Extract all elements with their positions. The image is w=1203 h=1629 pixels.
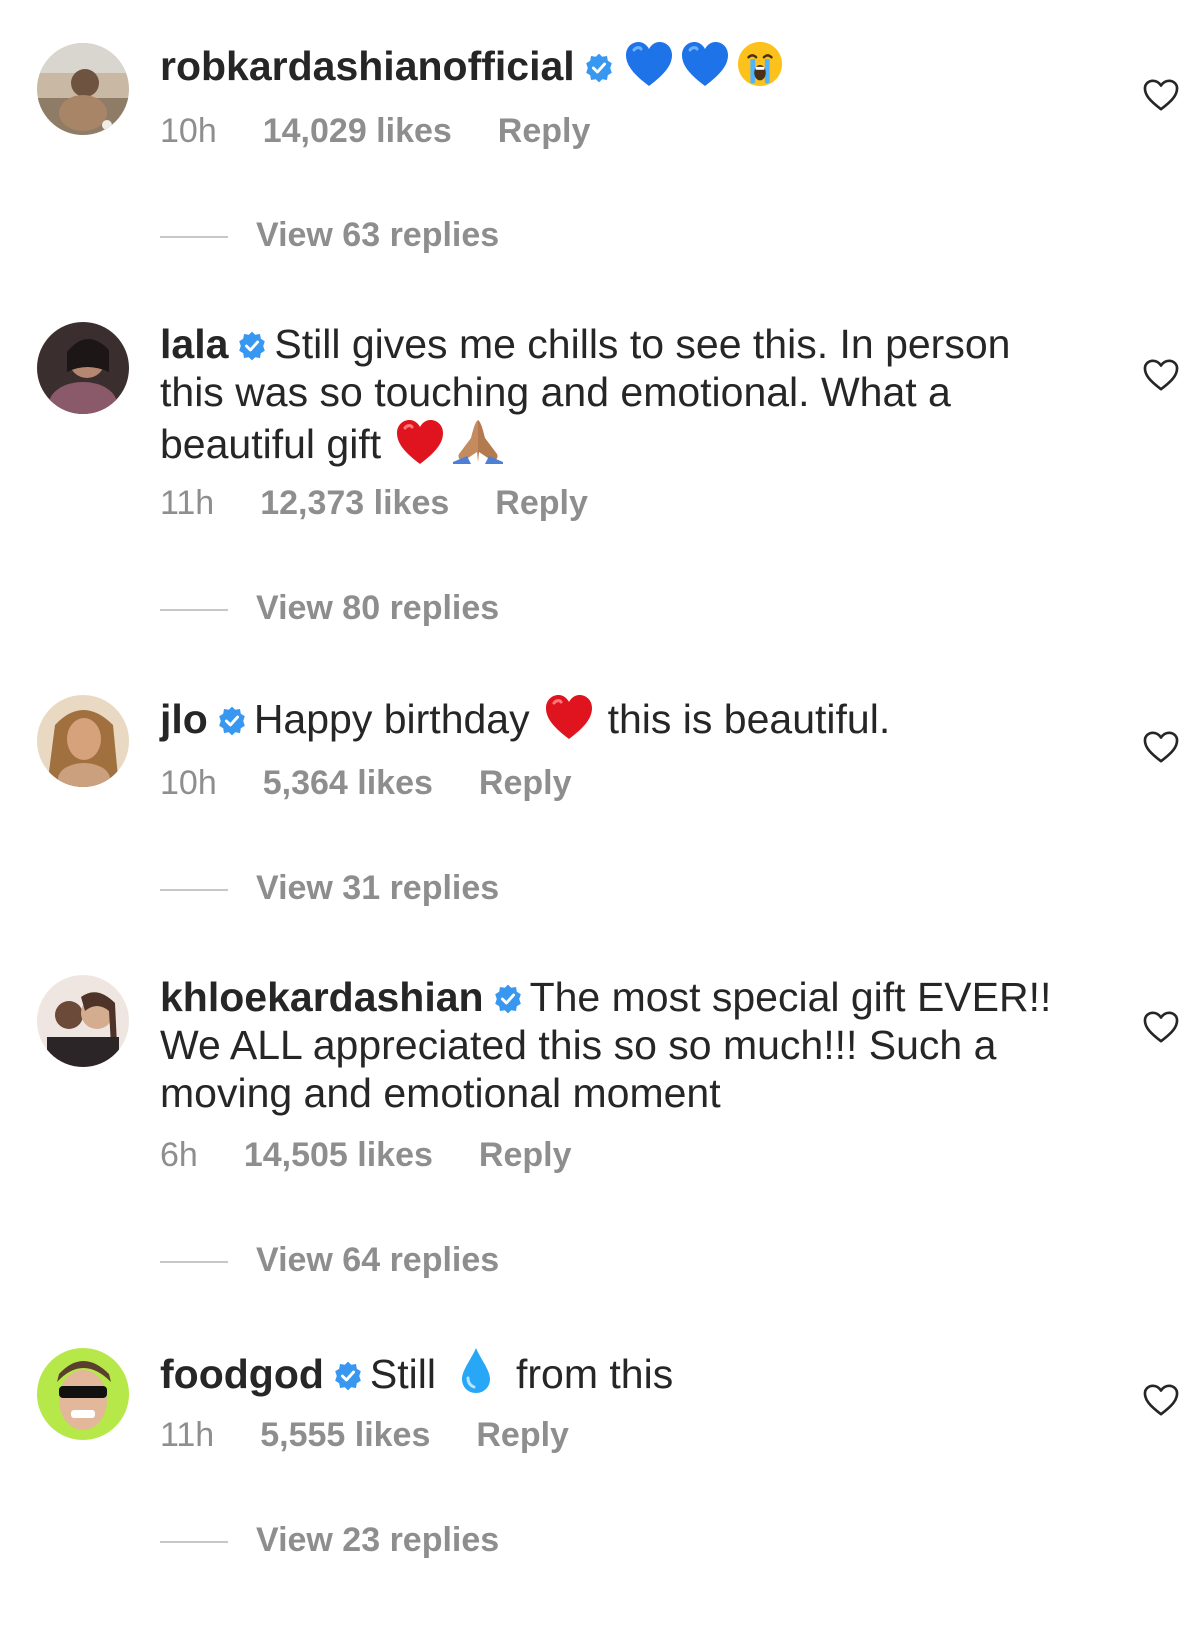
like-heart-icon[interactable] <box>1142 358 1180 392</box>
reply-button[interactable]: Reply <box>476 1416 569 1454</box>
reply-button[interactable]: Reply <box>479 1136 572 1174</box>
comment-text-continued: this is beautiful. <box>607 696 891 742</box>
username[interactable]: lala <box>160 321 228 367</box>
comment-meta: 11h 12,373 likes Reply <box>160 484 634 523</box>
view-replies-button[interactable]: View 23 replies <box>160 1521 499 1560</box>
comment-meta: 10h 14,029 likes Reply <box>160 112 636 151</box>
username[interactable]: foodgod <box>160 1351 324 1397</box>
verified-badge-icon <box>216 705 248 737</box>
view-replies-button[interactable]: View 31 replies <box>160 869 499 908</box>
verified-badge-icon <box>583 52 615 84</box>
avatar[interactable] <box>37 322 129 414</box>
droplet-icon <box>458 1346 494 1396</box>
timestamp: 6h <box>160 1136 198 1174</box>
red-heart-icon <box>544 693 594 741</box>
folded-hands-icon <box>451 416 505 466</box>
view-replies-button[interactable]: View 80 replies <box>160 589 499 628</box>
view-replies-label: View 23 replies <box>256 1521 500 1559</box>
username[interactable]: khloekardashian <box>160 974 484 1020</box>
comment-body: robkardashianofficial <box>160 40 1065 90</box>
username[interactable]: robkardashianofficial <box>160 43 575 89</box>
verified-badge-icon <box>492 983 524 1015</box>
like-heart-icon[interactable] <box>1142 1010 1180 1044</box>
view-replies-label: View 63 replies <box>256 216 500 254</box>
comment-meta: 11h 5,555 likes Reply <box>160 1416 615 1455</box>
comment-meta: 10h 5,364 likes Reply <box>160 764 617 803</box>
comment-body: khloekardashian The most special gift EVE… <box>160 973 1065 1117</box>
comment-text: Happy birthday <box>253 696 530 742</box>
like-heart-icon[interactable] <box>1142 78 1180 112</box>
verified-badge-icon <box>236 330 268 362</box>
likes-count[interactable]: 5,364 likes <box>263 764 433 802</box>
blue-heart-icon <box>680 40 730 88</box>
reply-button[interactable]: Reply <box>479 764 572 802</box>
red-heart-icon <box>395 418 445 466</box>
divider-line <box>160 1541 228 1544</box>
view-replies-button[interactable]: View 63 replies <box>160 216 499 255</box>
avatar[interactable] <box>37 975 129 1067</box>
divider-line <box>160 236 228 239</box>
avatar[interactable] <box>37 43 129 135</box>
like-heart-icon[interactable] <box>1142 1383 1180 1417</box>
comment-meta: 6h 14,505 likes Reply <box>160 1136 617 1175</box>
timestamp: 11h <box>160 484 215 522</box>
view-replies-label: View 31 replies <box>256 869 500 907</box>
avatar[interactable] <box>37 695 129 787</box>
likes-count[interactable]: 12,373 likes <box>260 484 449 522</box>
avatar[interactable] <box>37 1348 129 1440</box>
likes-count[interactable]: 14,029 likes <box>263 112 452 150</box>
divider-line <box>160 889 228 892</box>
timestamp: 10h <box>160 112 217 150</box>
likes-count[interactable]: 5,555 likes <box>260 1416 430 1454</box>
like-heart-icon[interactable] <box>1142 730 1180 764</box>
comment-body: jlo Happy birthday this is beautiful. <box>160 693 1065 743</box>
reply-button[interactable]: Reply <box>495 484 588 522</box>
reply-button[interactable]: Reply <box>498 112 591 150</box>
verified-badge-icon <box>332 1360 364 1392</box>
view-replies-label: View 80 replies <box>256 589 500 627</box>
divider-line <box>160 609 228 612</box>
view-replies-button[interactable]: View 64 replies <box>160 1241 499 1280</box>
timestamp: 11h <box>160 1416 215 1454</box>
comment-text-continued: from this <box>516 1351 674 1397</box>
blue-heart-icon <box>624 40 674 88</box>
timestamp: 10h <box>160 764 217 802</box>
view-replies-label: View 64 replies <box>256 1241 500 1279</box>
comment-text: Still gives me chills to see this. In pe… <box>160 321 1011 467</box>
crying-face-icon <box>736 40 784 88</box>
divider-line <box>160 1261 228 1264</box>
comment-body: lala Still gives me chills to see this. I… <box>160 320 1065 468</box>
username[interactable]: jlo <box>160 696 208 742</box>
likes-count[interactable]: 14,505 likes <box>244 1136 433 1174</box>
comment-body: foodgod Still from this <box>160 1346 1065 1398</box>
comment-text: Still <box>369 1351 436 1397</box>
